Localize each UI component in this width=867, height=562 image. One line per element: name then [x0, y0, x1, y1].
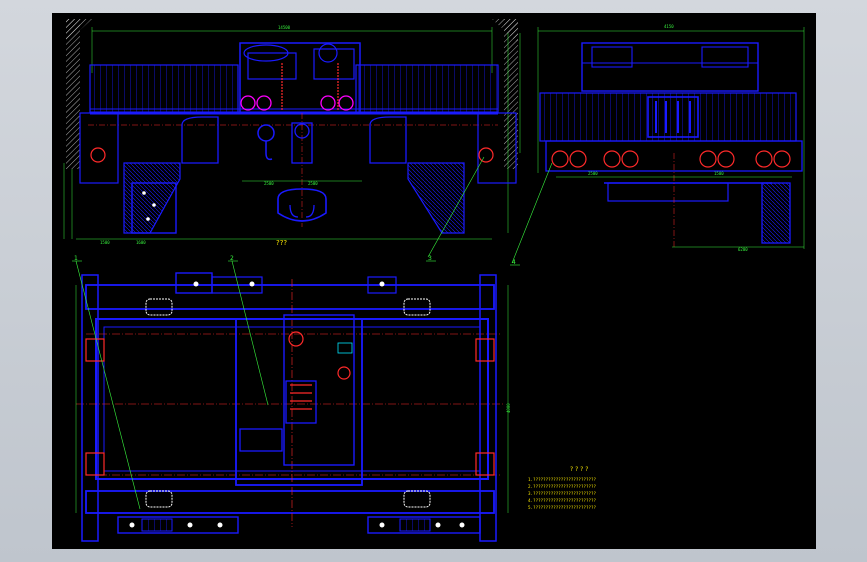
note-line-5: 5.????????????????????????? [528, 505, 597, 510]
right-walkway-rail [355, 64, 499, 114]
svg-text:14500: 14500 [278, 25, 291, 30]
app-frame: 14500 2500 2500 1500 1600 ??? 3 4150 250… [0, 0, 867, 562]
top-girder [85, 284, 495, 310]
side-view: 4150 2500 1500 6200 4 [510, 24, 805, 266]
svg-text:4150: 4150 [664, 24, 674, 29]
note-line-4: 4.????????????????????????? [528, 498, 597, 503]
front-view-caption: ??? [276, 239, 287, 247]
svg-text:1500: 1500 [100, 240, 110, 245]
svg-text:2500: 2500 [588, 171, 598, 176]
crane-drawing: 14500 2500 2500 1500 1600 ??? 3 4150 250… [63, 19, 805, 542]
svg-text:4000: 4000 [506, 403, 511, 413]
callout-1: 1 [74, 255, 78, 262]
note-line-2: 2.????????????????????????? [528, 484, 597, 489]
note-line-1: 1.????????????????????????? [528, 477, 597, 482]
callout-3: 3 [428, 255, 432, 262]
side-ladder [761, 182, 791, 244]
bottom-girder [85, 490, 495, 514]
trolley-plan [235, 318, 363, 486]
callout-2: 2 [230, 255, 234, 262]
left-walkway-rail [89, 64, 239, 114]
notes-title: ? ? ? ? [570, 466, 588, 473]
front-view: 14500 2500 2500 1500 1600 ??? 3 [63, 19, 521, 262]
side-walkway [539, 92, 797, 142]
callout-4: 4 [512, 259, 516, 266]
svg-text:6200: 6200 [738, 247, 748, 252]
svg-text:2500: 2500 [264, 181, 274, 186]
svg-text:1600: 1600 [136, 240, 146, 245]
svg-text:2500: 2500 [308, 181, 318, 186]
note-line-3: 3.????????????????????????? [528, 491, 597, 496]
technical-notes: ? ? ? ? 1.????????????????????????? 2.??… [528, 466, 597, 510]
plan-view: 4000 1 2 [72, 255, 511, 542]
left-wall-hatch [66, 19, 80, 169]
drawing-canvas[interactable]: 14500 2500 2500 1500 1600 ??? 3 4150 250… [52, 13, 816, 549]
svg-text:1500: 1500 [714, 171, 724, 176]
